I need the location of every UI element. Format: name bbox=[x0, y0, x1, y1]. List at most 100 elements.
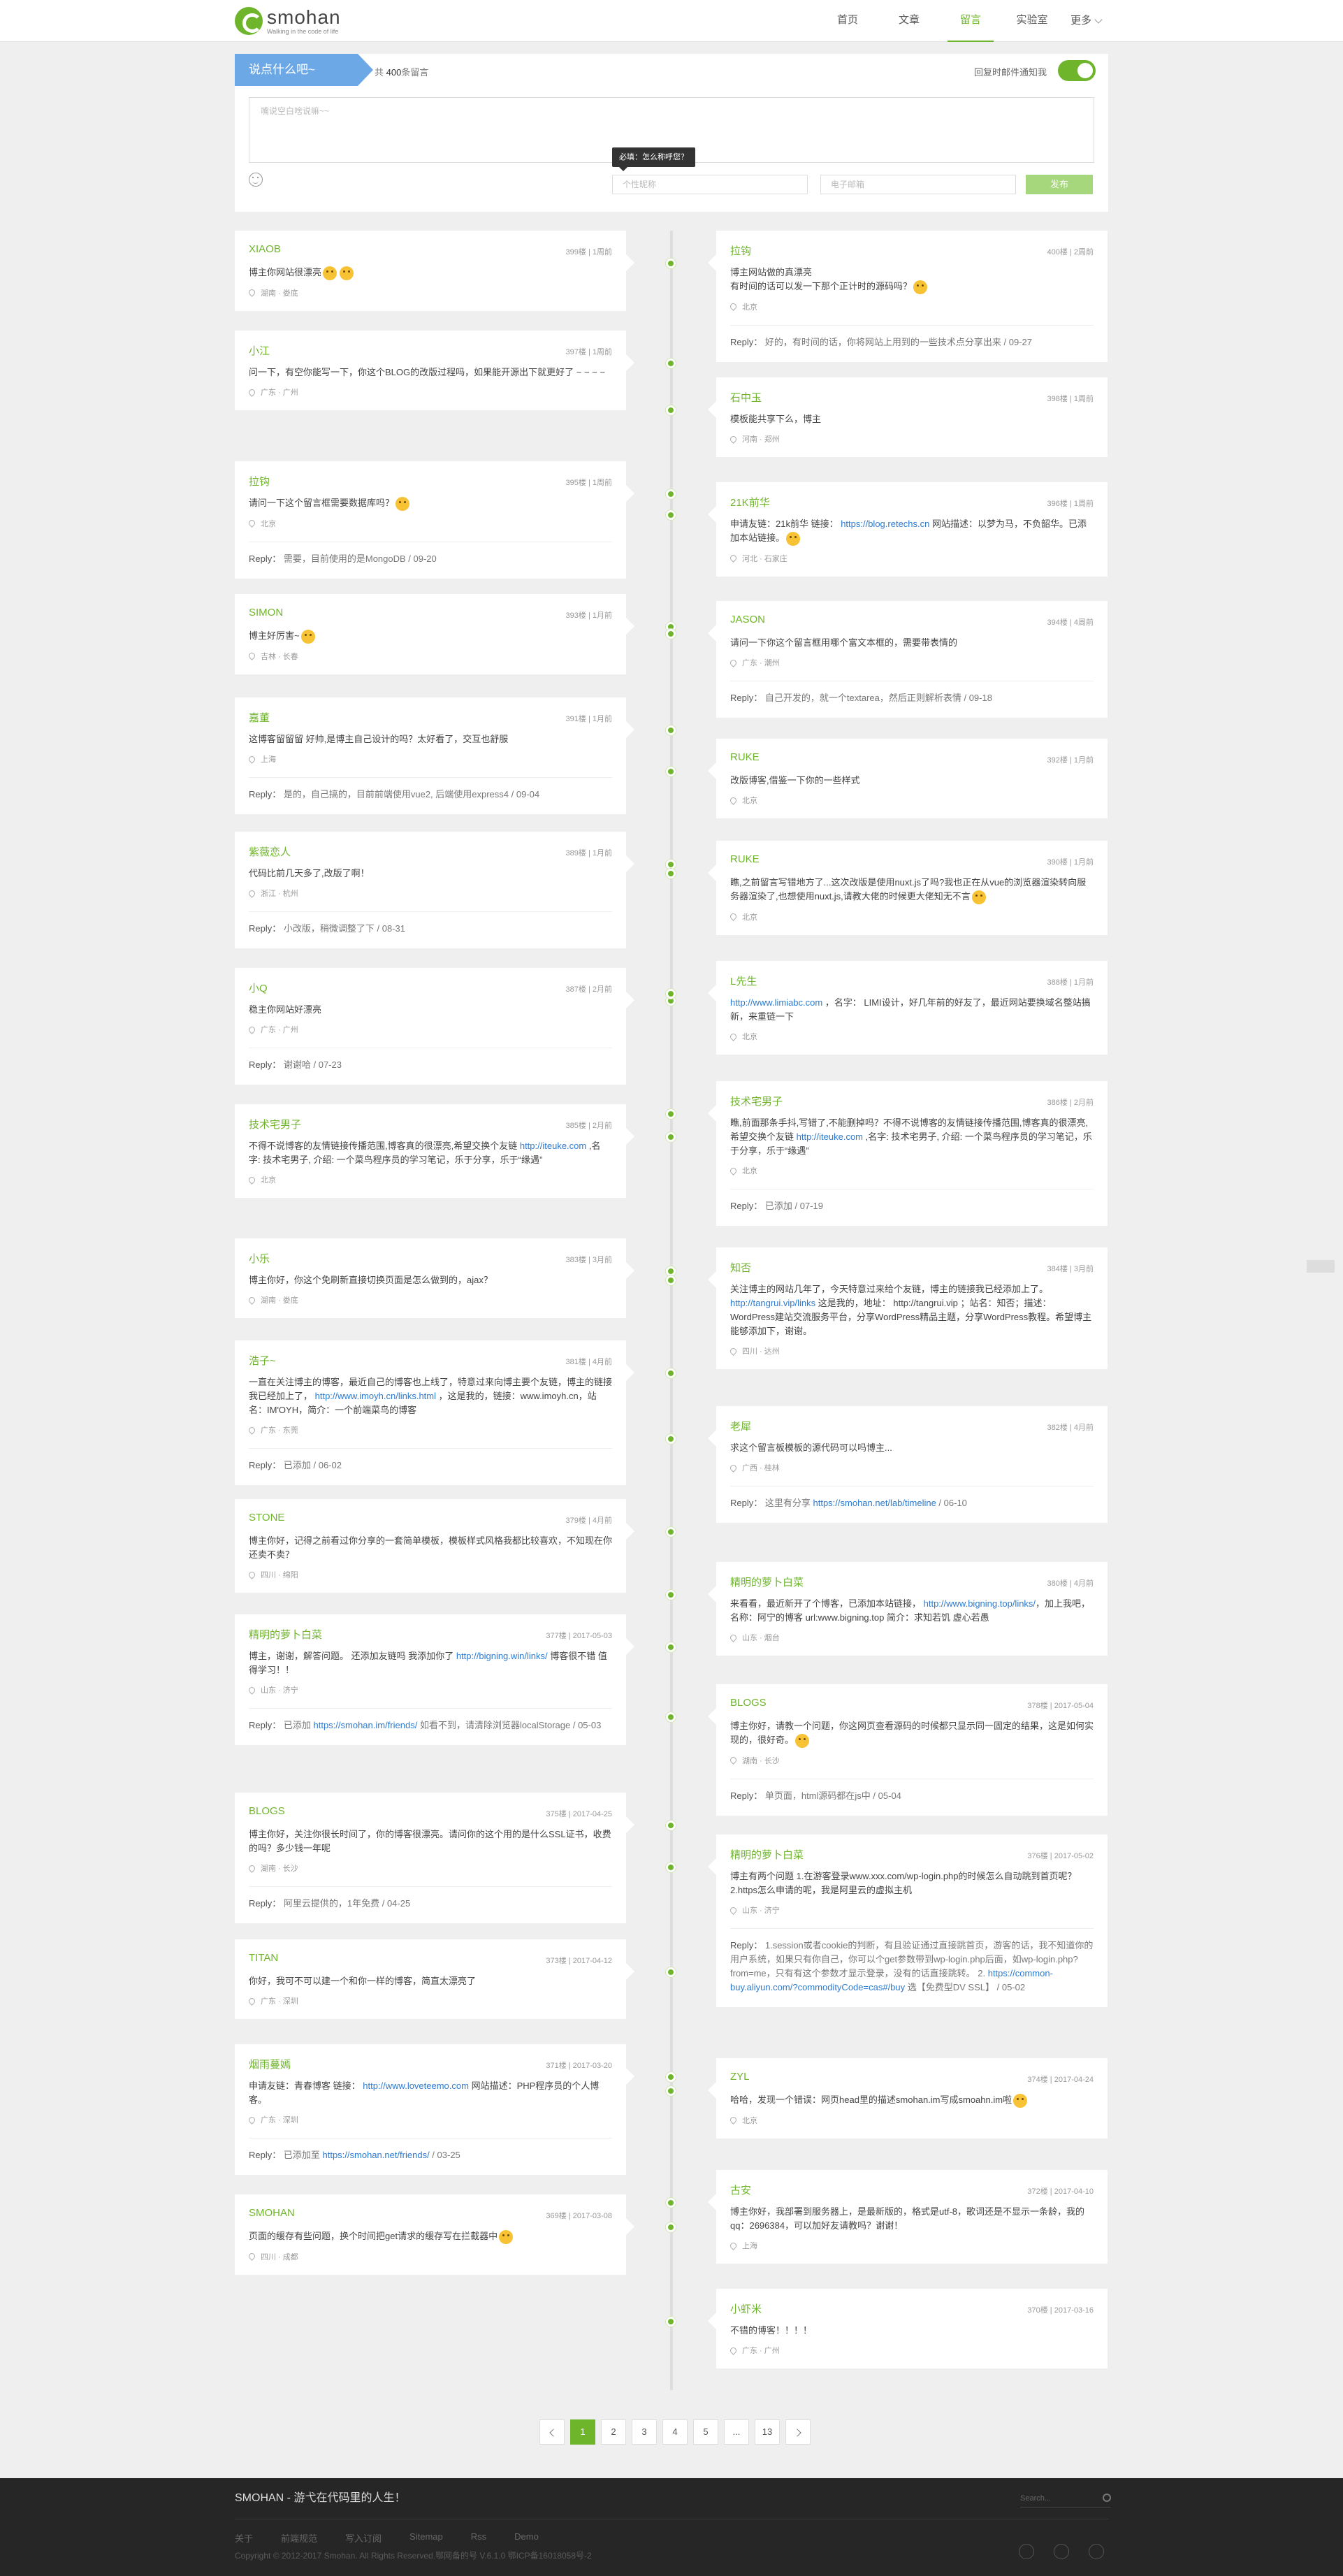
reply-separator: / bbox=[429, 2150, 437, 2160]
comment-author[interactable]: 知否 bbox=[730, 1260, 1094, 1278]
reply-link[interactable]: https://smohan.net/friends/ bbox=[322, 2150, 429, 2160]
nav-home[interactable]: 首页 bbox=[825, 0, 871, 42]
page-13[interactable]: 13 bbox=[755, 2419, 780, 2445]
timeline-dot bbox=[666, 2317, 676, 2327]
comment-link[interactable]: http://iteuke.com bbox=[797, 1131, 863, 1142]
reply-link[interactable]: https://smohan.im/friends/ bbox=[313, 1720, 417, 1730]
comment-author[interactable]: STONE bbox=[249, 1512, 612, 1530]
comment-author[interactable]: XIAOB bbox=[249, 243, 612, 261]
comment-link[interactable]: http://tangrui.vip/links bbox=[730, 1298, 815, 1308]
comment-link[interactable]: https://blog.retechs.cn bbox=[841, 519, 929, 529]
comment-floor: 381楼 bbox=[565, 1358, 586, 1366]
nickname-input[interactable]: 个性昵称 bbox=[612, 175, 808, 194]
comment-author[interactable]: 嘉董 bbox=[249, 710, 612, 728]
comment-author[interactable]: 小江 bbox=[249, 343, 612, 361]
comment-floor: 372楼 bbox=[1027, 2187, 1048, 2196]
comment-author[interactable]: 小乐 bbox=[249, 1251, 612, 1269]
comment-reply: Reply： 需要，目前使用的是MongoDB / 09-20 bbox=[249, 541, 612, 566]
comment-author[interactable]: 老犀 bbox=[730, 1419, 1094, 1437]
side-float-button[interactable] bbox=[1307, 1260, 1335, 1273]
comment-author[interactable]: 21K前华 bbox=[730, 495, 1094, 513]
comment-author[interactable]: SIMON bbox=[249, 607, 612, 625]
comment-link[interactable]: http://bigning.win/links/ bbox=[456, 1651, 548, 1661]
nav-more-label: 更多 bbox=[1070, 15, 1092, 27]
reply-label: Reply： bbox=[730, 1790, 765, 1801]
page-2[interactable]: 2 bbox=[601, 2419, 626, 2445]
comment-location: 北京 bbox=[247, 518, 612, 529]
comment-location: 浙江 · 杭州 bbox=[247, 888, 612, 899]
prev-page-button[interactable] bbox=[539, 2419, 565, 2445]
comment-author[interactable]: RUKE bbox=[730, 751, 1094, 769]
footer-search-input[interactable]: Search... bbox=[1020, 2489, 1111, 2508]
emoji-picker-icon[interactable] bbox=[249, 173, 263, 187]
comment-author[interactable]: 技术宅男子 bbox=[730, 1094, 1094, 1112]
comment-author[interactable]: RUKE bbox=[730, 853, 1094, 871]
location-pin-icon bbox=[729, 795, 738, 805]
comment-floor: 395楼 bbox=[565, 479, 586, 487]
comment-link[interactable]: http://www.imoyh.cn/links.html bbox=[315, 1391, 436, 1401]
comment-link[interactable]: http://www.bigning.top/links/ bbox=[924, 1598, 1036, 1609]
footer-link-sitemap[interactable]: Sitemap bbox=[409, 2531, 443, 2545]
footer-links: 关于 前端规范 写入订阅 Sitemap Rss Demo bbox=[235, 2531, 539, 2545]
reply-separator: / bbox=[936, 1498, 944, 1508]
page-4[interactable]: 4 bbox=[662, 2419, 688, 2445]
reply-link[interactable]: https://smohan.net/lab/timeline bbox=[813, 1498, 936, 1508]
location-pin-icon bbox=[247, 519, 256, 528]
submit-button[interactable]: 发布 bbox=[1026, 175, 1093, 194]
comment-author[interactable]: L先生 bbox=[730, 974, 1094, 992]
footer-link-subscribe[interactable]: 写入订阅 bbox=[345, 2531, 382, 2545]
page-5[interactable]: 5 bbox=[693, 2419, 718, 2445]
comment-body: 请问一下这个留言框需要数据库吗？ bbox=[249, 498, 395, 508]
comment-location: 湖南 · 娄底 bbox=[247, 287, 612, 298]
meta-separator: | bbox=[1067, 756, 1074, 765]
footer-link-about[interactable]: 关于 bbox=[235, 2531, 253, 2545]
footer-link-demo[interactable]: Demo bbox=[514, 2531, 539, 2545]
weibo-icon[interactable] bbox=[1054, 2544, 1069, 2559]
footer-link-spec[interactable]: 前端规范 bbox=[281, 2531, 317, 2545]
comment-text: 博主你网站很漂亮 bbox=[249, 266, 612, 280]
location-pin-icon bbox=[247, 888, 256, 898]
reply-separator: / bbox=[310, 1460, 319, 1470]
wechat-icon[interactable] bbox=[1089, 2544, 1104, 2559]
comment-meta: 398楼 | 1周前 bbox=[1047, 393, 1094, 404]
comment-meta: 373楼 | 2017-04-12 bbox=[546, 1955, 612, 1966]
comment-author[interactable]: 小Q bbox=[249, 981, 612, 999]
comment-card: 拉钩 395楼 | 1周前 请问一下这个留言框需要数据库吗？ 北京 Reply： 需要，… bbox=[235, 461, 634, 579]
next-page-button[interactable] bbox=[785, 2419, 811, 2445]
emoji-icon bbox=[340, 266, 354, 280]
site-logo[interactable]: smohan Walking in the code of life bbox=[235, 6, 354, 36]
email-input[interactable]: 电子邮箱 bbox=[820, 175, 1016, 194]
search-icon[interactable] bbox=[1103, 2494, 1111, 2502]
reply-text: 好的，有时间的话，你将网站上用到的一些技术点分享出来 bbox=[764, 336, 1001, 347]
comment-meta: 381楼 | 4月前 bbox=[566, 1356, 612, 1367]
comment-author[interactable]: 精明的萝卜白菜 bbox=[730, 1575, 1094, 1593]
nav-more[interactable]: 更多 bbox=[1070, 0, 1117, 42]
comment-text: 模板能共享下么，博主 bbox=[730, 412, 1094, 426]
page-1[interactable]: 1 bbox=[570, 2419, 595, 2445]
comment-time: 1月前 bbox=[592, 612, 612, 620]
comment-author[interactable]: 浩子~ bbox=[249, 1353, 612, 1371]
comment-author[interactable]: 石中玉 bbox=[730, 390, 1094, 408]
comment-author[interactable]: 拉钩 bbox=[249, 474, 612, 492]
reply-label: Reply： bbox=[730, 693, 765, 703]
comment-link[interactable]: http://www.limiabc.com bbox=[730, 997, 822, 1008]
timeline-line bbox=[670, 231, 673, 2390]
footer-link-rss[interactable]: Rss bbox=[471, 2531, 486, 2545]
github-icon[interactable] bbox=[1019, 2544, 1034, 2559]
timeline-dot bbox=[666, 2222, 676, 2232]
comment-author[interactable]: 紫薇恋人 bbox=[249, 844, 612, 862]
page-3[interactable]: 3 bbox=[632, 2419, 657, 2445]
email-notify-toggle[interactable] bbox=[1058, 60, 1096, 81]
comment-meta: 380楼 | 4月前 bbox=[1047, 1577, 1094, 1589]
location-pin-icon bbox=[729, 434, 738, 444]
comment-author[interactable]: 拉钩 bbox=[730, 243, 1094, 261]
nav-guestbook[interactable]: 留言 bbox=[948, 0, 994, 42]
comment-link[interactable]: http://iteuke.com bbox=[520, 1141, 586, 1151]
comment-link[interactable]: http://www.loveteemo.com bbox=[363, 2081, 469, 2091]
comment-author[interactable]: JASON bbox=[730, 614, 1094, 632]
nav-lab[interactable]: 实验室 bbox=[1009, 0, 1055, 42]
comment-card: 21K前华 396楼 | 1周前 申请友链：21k前华 链接： https://bl… bbox=[708, 482, 1108, 577]
nav-articles[interactable]: 文章 bbox=[886, 0, 932, 42]
comment-author[interactable]: 技术宅男子 bbox=[249, 1117, 612, 1135]
reply-text: 已添加 bbox=[283, 1720, 314, 1730]
